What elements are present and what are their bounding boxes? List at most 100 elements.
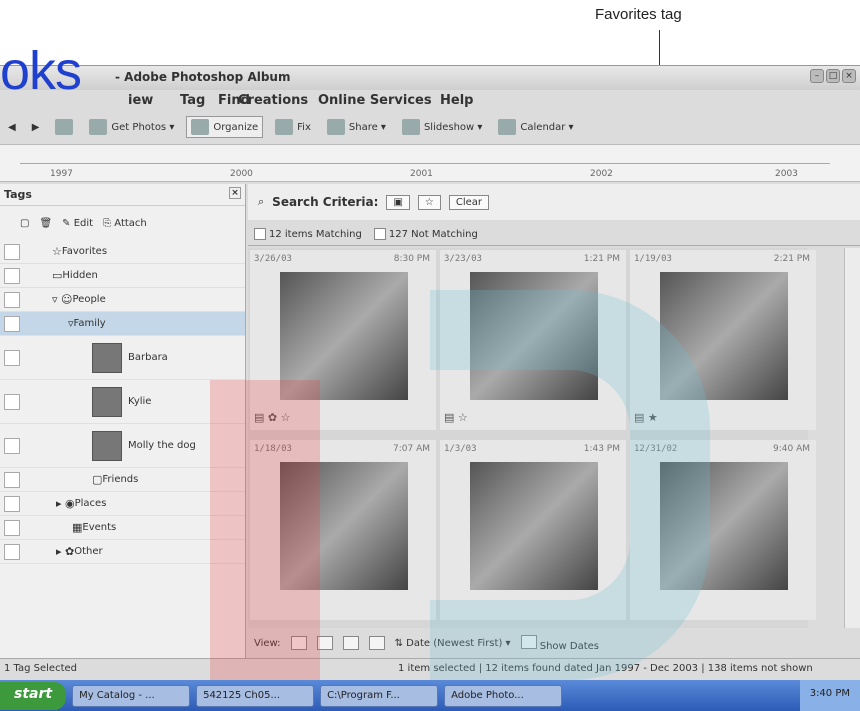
favorites-criteria-tag[interactable]: ☆ xyxy=(417,194,441,210)
edit-tag-button[interactable]: ✎ Edit xyxy=(62,218,93,229)
start-button[interactable]: start xyxy=(0,681,67,710)
slideshow-button[interactable]: Slideshow ▾ xyxy=(398,117,486,137)
tag-favorites[interactable]: ☆ Favorites xyxy=(0,240,245,264)
search-icon: ⌕ xyxy=(258,195,265,208)
tag-hidden[interactable]: ▭ Hidden xyxy=(0,264,245,288)
tag-label: People xyxy=(72,294,106,305)
menu-bar: iew Tag Find Creations Online Services H… xyxy=(0,90,860,112)
clock: 3:40 PM xyxy=(809,688,850,699)
tag-other[interactable]: ▸ ✿ Other xyxy=(0,540,245,564)
fix-icon xyxy=(275,119,294,135)
organize-label: Organize xyxy=(213,121,259,133)
menu-view[interactable]: iew xyxy=(128,93,153,108)
tag-checkbox[interactable] xyxy=(4,437,20,454)
matching-checkbox[interactable] xyxy=(254,227,266,240)
not-matching-label: 127 Not Matching xyxy=(388,228,478,240)
taskbar: start My Catalog - ... 542125 Ch05... C:… xyxy=(0,680,860,711)
menu-help[interactable]: Help xyxy=(440,93,473,108)
tag-places[interactable]: ▸ ◉ Places xyxy=(0,492,245,516)
tag-friends[interactable]: ▢ Friends xyxy=(0,468,245,492)
tag-checkbox[interactable] xyxy=(4,393,20,410)
close-button[interactable]: × xyxy=(842,69,856,83)
tag-checkbox[interactable] xyxy=(4,495,20,512)
tag-checkbox[interactable] xyxy=(4,267,20,284)
tag-molly-the-dog[interactable]: Molly the dog xyxy=(0,424,245,468)
organize-button[interactable]: Organize xyxy=(186,116,264,138)
photo-time: 1:21 PM xyxy=(583,254,620,264)
sort-icon: ⇅ xyxy=(394,637,403,649)
tag-checkbox[interactable] xyxy=(4,543,20,560)
molly-thumbnail xyxy=(92,430,122,461)
tag-label: Molly the dog xyxy=(128,440,196,451)
edit-label: Edit xyxy=(73,217,94,229)
tag-checkbox[interactable] xyxy=(4,315,20,332)
delete-tag-button[interactable]: 🗑 xyxy=(39,218,52,229)
kylie-thumbnail xyxy=(92,386,122,417)
task-adobe-photo[interactable]: Adobe Photo... xyxy=(444,684,563,707)
calendar-button[interactable]: Calendar ▾ xyxy=(494,117,577,137)
tag-label: Family xyxy=(73,318,106,329)
window-title: - Adobe Photoshop Album xyxy=(115,70,291,84)
tag-checkbox[interactable] xyxy=(4,291,20,308)
close-tags-button[interactable]: × xyxy=(229,187,241,199)
menu-online-services[interactable]: Online Services xyxy=(318,93,432,108)
photo-time: 9:40 AM xyxy=(773,444,810,454)
tag-label: Kylie xyxy=(128,396,152,407)
get-photos-button[interactable]: Get Photos ▾ xyxy=(85,117,178,137)
year-label: 2000 xyxy=(230,169,253,179)
fix-label: Fix xyxy=(297,121,311,133)
year-label: 1997 xyxy=(50,169,73,179)
task-my-catalog[interactable]: My Catalog - ... xyxy=(72,684,191,707)
people-icon: ▿ ☺ xyxy=(52,293,73,306)
family-criteria-tag[interactable]: ▣ xyxy=(386,194,410,210)
timeline[interactable]: 1997 2000 2001 2002 2003 xyxy=(0,144,860,182)
photo-time: 8:30 PM xyxy=(393,254,430,264)
new-tag-button[interactable]: ▢ xyxy=(20,218,29,229)
attach-tag-button[interactable]: ⎘ Attach xyxy=(103,218,147,229)
clear-button[interactable]: Clear xyxy=(448,194,490,210)
photo-scrollbar[interactable] xyxy=(844,248,860,628)
tag-barbara[interactable]: Barbara xyxy=(0,336,245,380)
menu-creations[interactable]: Creations xyxy=(238,93,308,108)
task-program-files[interactable]: C:\Program F... xyxy=(320,684,439,707)
organize-icon xyxy=(191,119,210,135)
tag-checkbox[interactable] xyxy=(4,519,20,536)
tag-checkbox[interactable] xyxy=(4,243,20,260)
home-button[interactable] xyxy=(51,117,77,137)
view-single-button[interactable] xyxy=(368,636,385,650)
callout-label: Favorites tag xyxy=(595,6,682,23)
not-matching-toggle[interactable]: 127 Not Matching xyxy=(373,227,478,240)
tag-family[interactable]: ▿ Family xyxy=(0,312,245,336)
fix-button[interactable]: Fix xyxy=(271,117,315,137)
tag-kylie[interactable]: Kylie xyxy=(0,380,245,424)
timeline-track xyxy=(20,163,830,164)
tag-checkbox[interactable] xyxy=(4,471,20,488)
view-large-button[interactable] xyxy=(342,636,359,650)
task-document[interactable]: 542125 Ch05... xyxy=(196,684,315,707)
camera-icon xyxy=(89,119,108,135)
minimize-button[interactable]: – xyxy=(810,69,824,83)
tag-events[interactable]: ▦ Events xyxy=(0,516,245,540)
forward-button[interactable]: ▶ xyxy=(28,120,44,135)
photo-date: 3/26/03 xyxy=(254,254,292,264)
tags-title: Tags xyxy=(4,188,32,201)
share-button[interactable]: Share ▾ xyxy=(323,117,390,137)
home-icon xyxy=(55,119,74,135)
maximize-button[interactable]: □ xyxy=(826,69,840,83)
window-controls: – □ × xyxy=(810,69,856,83)
back-button[interactable]: ◀ xyxy=(4,120,20,135)
watermark-text: oks xyxy=(0,41,82,101)
tag-people[interactable]: ▿ ☺ People xyxy=(0,288,245,312)
other-icon: ▸ ✿ xyxy=(56,545,75,558)
calendar-label: Calendar ▾ xyxy=(520,121,574,133)
menu-tag[interactable]: Tag xyxy=(180,93,205,108)
get-photos-label: Get Photos ▾ xyxy=(111,121,175,133)
watermark-shape xyxy=(210,380,320,680)
matching-toggle[interactable]: 12 items Matching xyxy=(254,227,362,240)
tag-checkbox[interactable] xyxy=(4,349,20,366)
calendar-icon xyxy=(498,119,517,135)
search-criteria-label: Search Criteria: xyxy=(272,195,379,209)
not-matching-checkbox[interactable] xyxy=(373,227,386,240)
photo-date: 3/23/03 xyxy=(444,254,482,264)
tag-label: Events xyxy=(82,522,117,533)
